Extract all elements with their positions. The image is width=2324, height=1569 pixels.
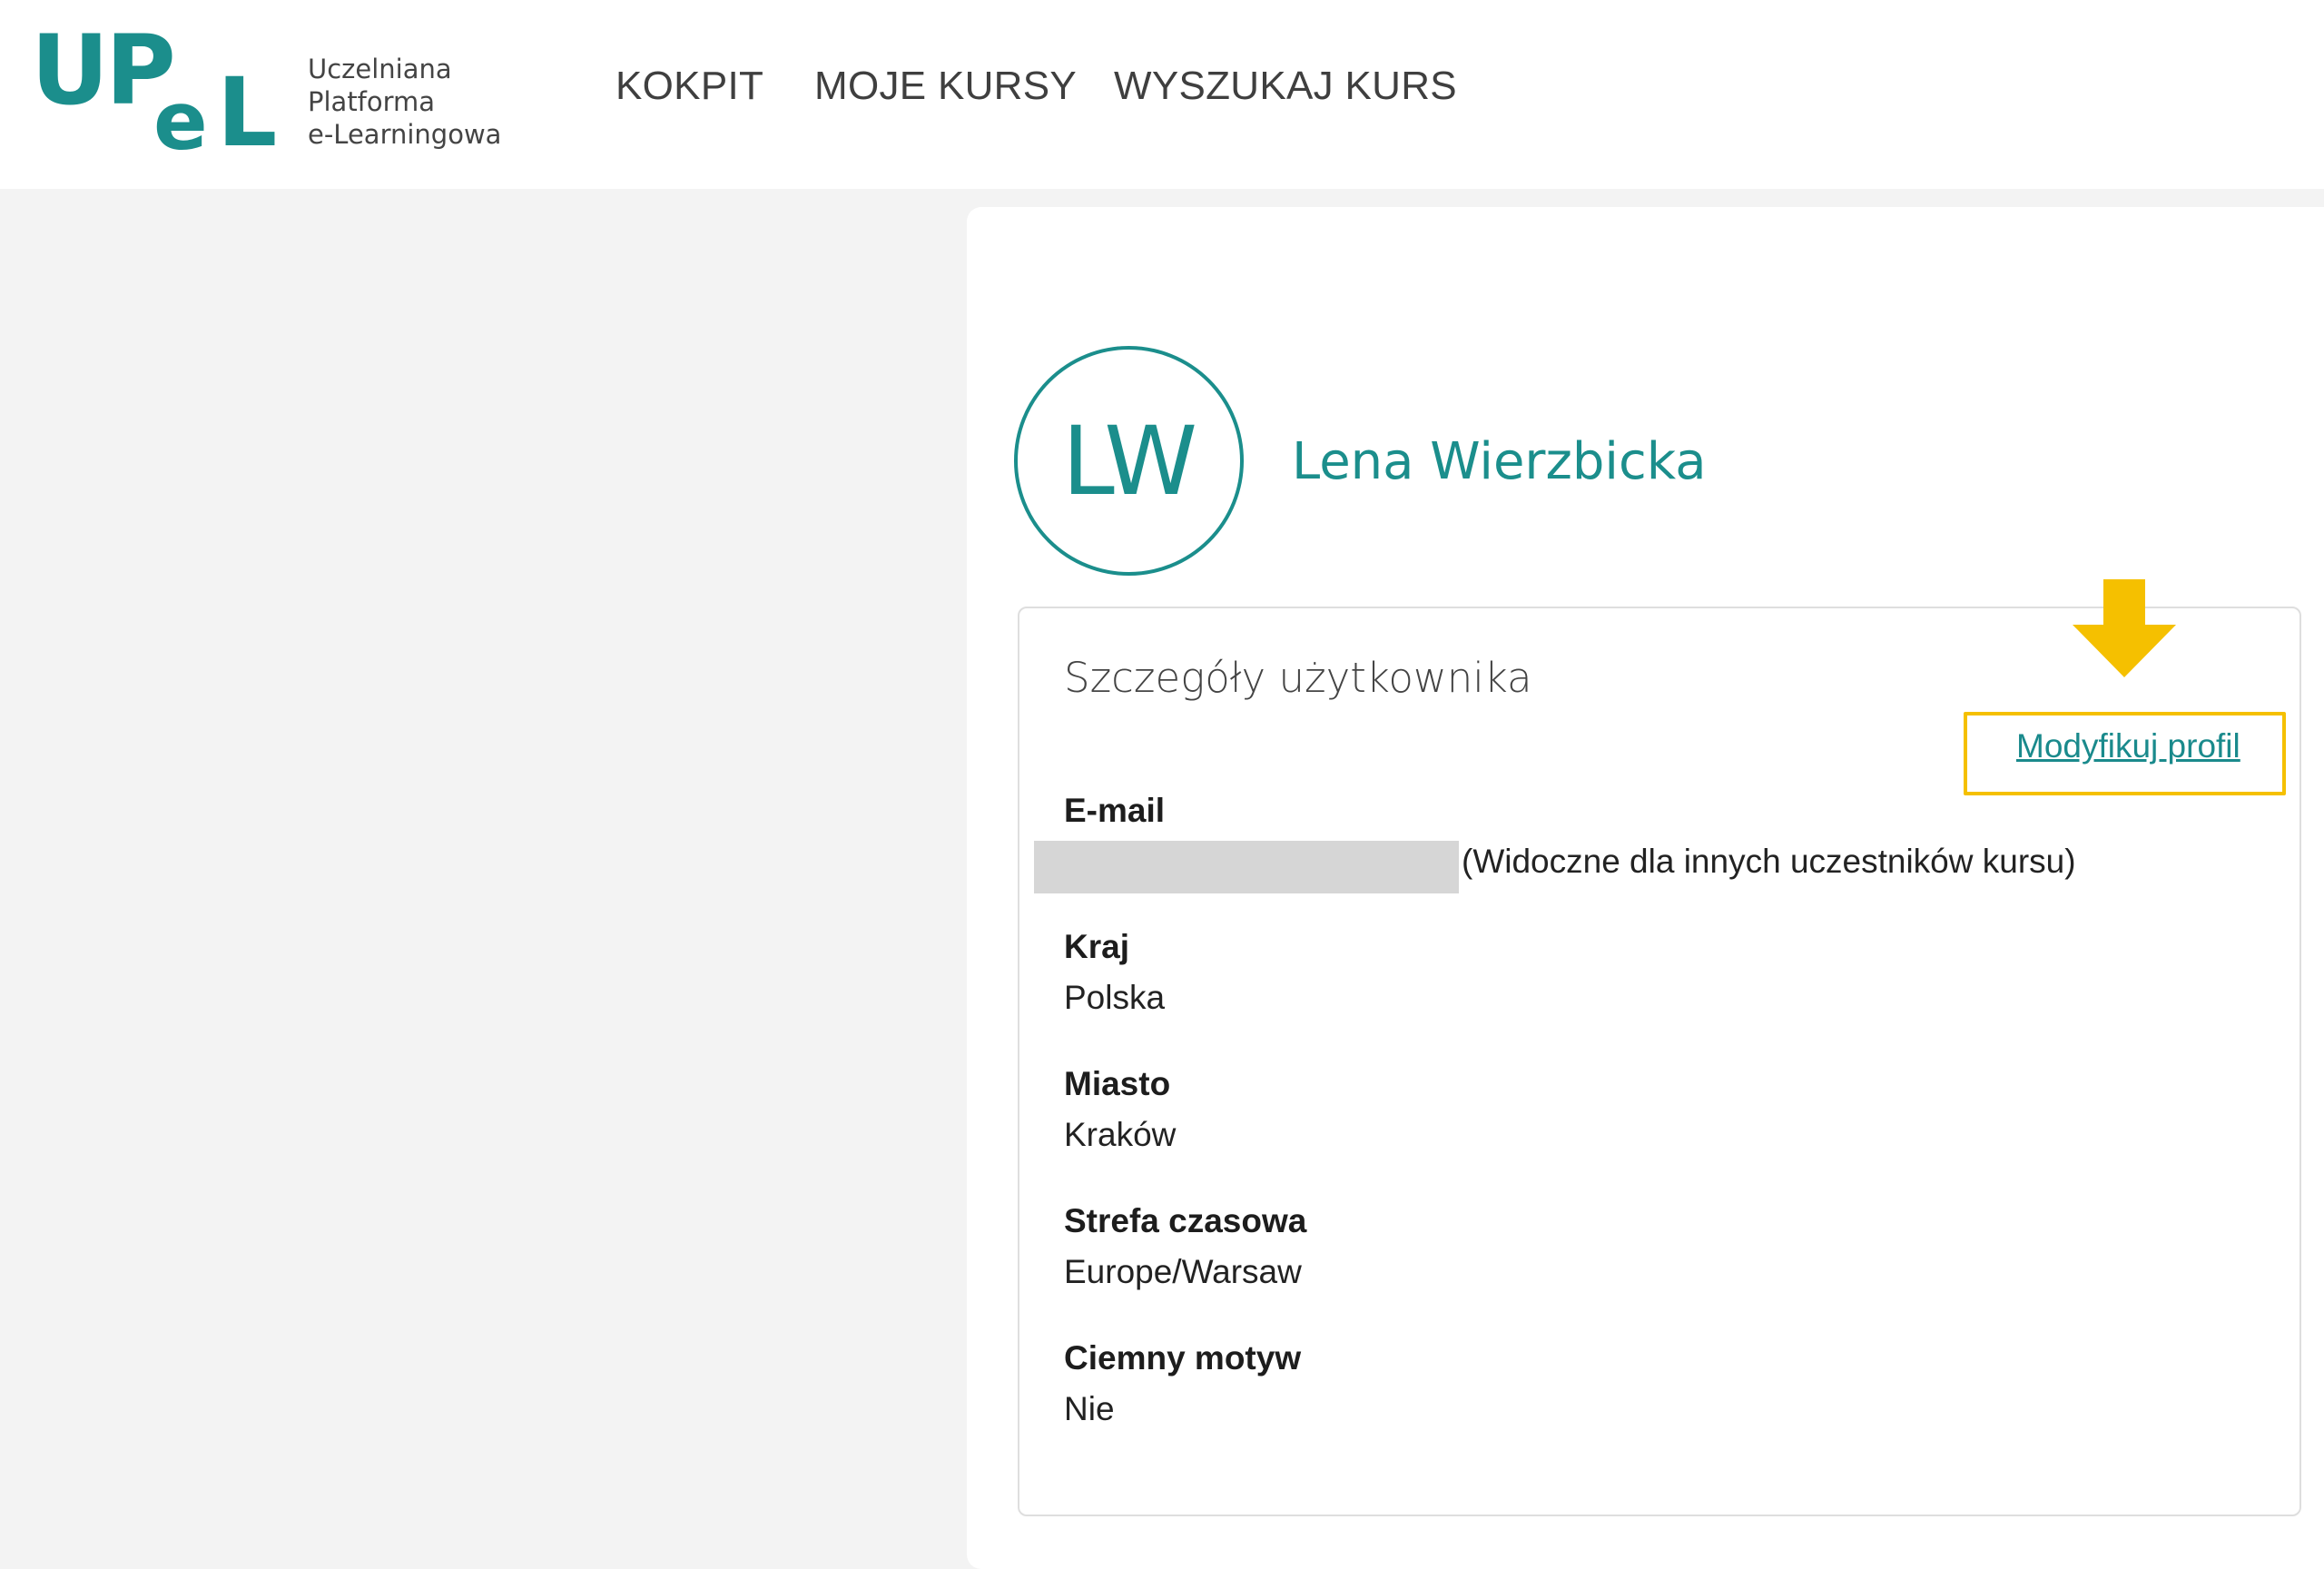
email-label: E-mail [1064,792,1166,829]
nav-wyszukaj-kurs[interactable]: WYSZUKAJ KURS [1114,64,1457,109]
email-value-redacted [1034,841,1459,893]
top-navbar: UP e L Uczelniana Platforma e-Learningow… [0,0,2324,189]
arrow-down-icon [2073,579,2176,677]
email-visibility-note: (Widoczne dla innych uczestników kursu) [1462,843,2076,880]
logo-tagline-line: Uczelniana [308,54,452,84]
timezone-value: Europe/Warsaw [1064,1253,1302,1290]
dark-theme-value: Nie [1064,1390,1115,1427]
logo-tagline-line: Platforma [308,86,436,117]
city-value: Kraków [1064,1116,1177,1153]
logo-tagline-line: e-Learningowa [308,119,502,150]
svg-text:UP: UP [31,24,172,126]
nav-moje-kursy[interactable]: MOJE KURSY [814,64,1077,109]
user-full-name: Lena Wierzbicka [1292,432,1707,491]
user-details-heading: Szczegóły użytkownika [1064,654,1532,702]
city-label: Miasto [1064,1065,1171,1102]
nav-kokpit[interactable]: KOKPIT [615,64,763,109]
dark-theme-label: Ciemny motyw [1064,1339,1302,1377]
upel-logo-icon: UP e L [31,15,277,168]
svg-text:e: e [153,74,208,160]
timezone-label: Strefa czasowa [1064,1202,1307,1239]
country-value: Polska [1064,979,1166,1016]
svg-text:L: L [217,57,277,160]
upel-logo[interactable]: UP e L [31,15,294,168]
logo-tagline: Uczelniana Platforma e-Learningowa [308,53,501,151]
user-avatar[interactable]: LW [1014,346,1244,576]
edit-profile-link[interactable]: Modyfikuj profil [2016,727,2240,765]
country-label: Kraj [1064,928,1129,965]
